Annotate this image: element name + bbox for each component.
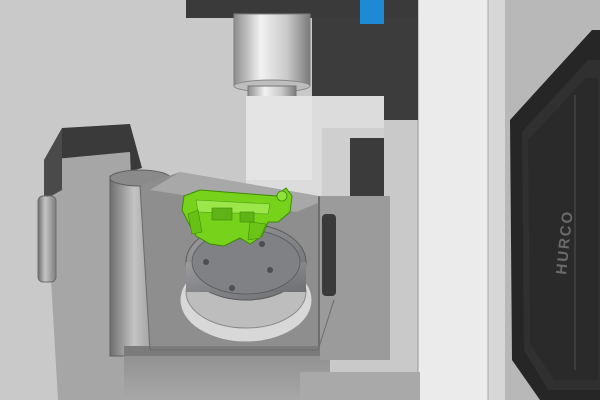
machine-saddle: [246, 96, 384, 200]
cnc-simulation-viewport[interactable]: HURCO: [0, 0, 600, 400]
machine-3d-scene[interactable]: HURCO: [0, 0, 600, 400]
status-indicator: [360, 0, 384, 24]
